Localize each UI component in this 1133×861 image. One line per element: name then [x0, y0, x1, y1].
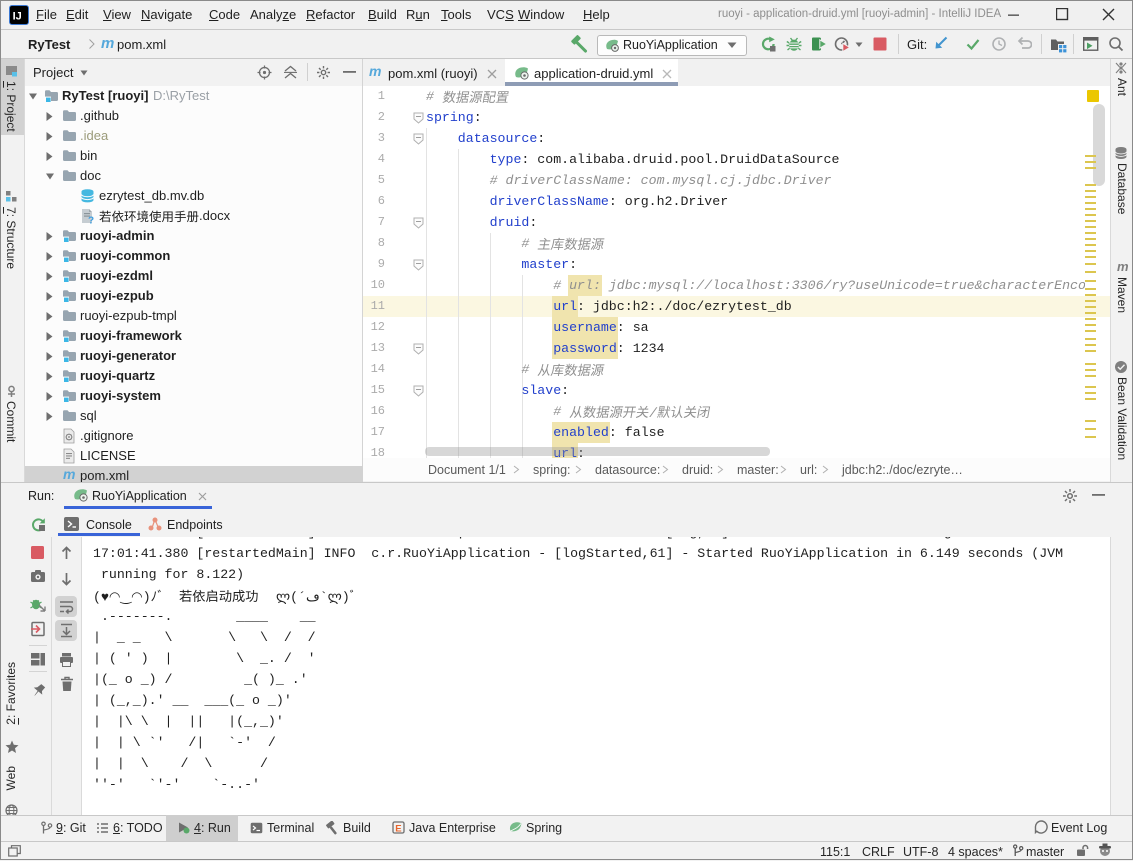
- svg-text:IJ: IJ: [13, 11, 22, 23]
- svg-text:E: E: [395, 824, 401, 835]
- svg-text:?: ?: [88, 216, 94, 226]
